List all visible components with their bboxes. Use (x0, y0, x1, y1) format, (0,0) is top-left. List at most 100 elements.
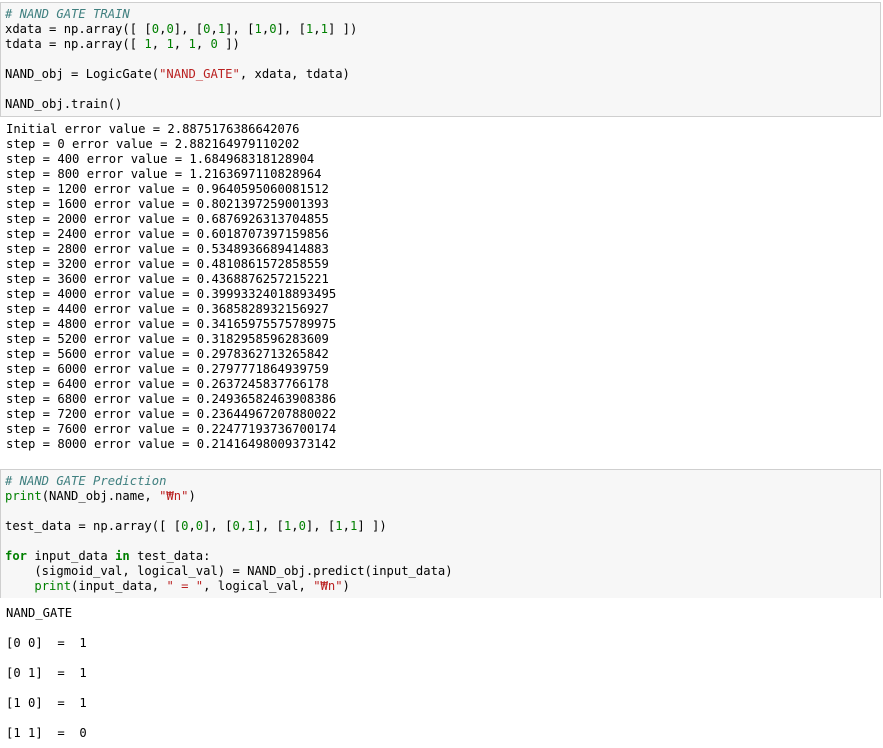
code-token: ], [ (305, 519, 336, 533)
code-token: 1 (335, 519, 343, 533)
code-token: ], [ (173, 22, 204, 36)
code-token: , xdata, tdata) (239, 67, 350, 81)
log-line: step = 1200 error value = 0.964059506008… (6, 182, 329, 196)
code-token: 1 (188, 37, 196, 51)
code-token: print (5, 489, 42, 503)
code-line: # NAND GATE TRAIN (5, 7, 876, 22)
code-token: xdata = np.array([ [ (5, 22, 152, 36)
code-token: , (195, 37, 211, 51)
log-line: step = 800 error value = 1.2163697110828… (6, 167, 322, 181)
code-token: ] ]) (357, 519, 387, 533)
code-editor-train[interactable]: # NAND GATE TRAIN xdata = np.array([ [0,0… (5, 7, 876, 112)
log-line: step = 4400 error value = 0.368582893215… (6, 302, 329, 316)
code-cell-prediction[interactable]: # NAND GATE Prediction print(NAND_obj.nam… (0, 469, 881, 601)
log-line: step = 3200 error value = 0.481086157285… (6, 257, 329, 271)
code-token: input_data (27, 549, 116, 563)
code-token: # NAND GATE Prediction (5, 474, 167, 488)
output-cell-prediction: NAND_GATE [0 0] = 1 [0 1] = 1 [1 0] = 1 [1 1… (0, 598, 881, 748)
code-token: 1 (247, 519, 255, 533)
code-token: 1 (144, 37, 152, 51)
log-line: step = 7200 error value = 0.236449672078… (6, 407, 337, 421)
code-token: for (5, 549, 28, 563)
code-token: ], [ (254, 519, 284, 533)
code-token: ) (188, 489, 196, 503)
code-token: " = " (166, 579, 204, 593)
log-line: step = 4800 error value = 0.341659755757… (6, 317, 337, 331)
code-token: ], [ (203, 519, 233, 533)
prediction-results: NAND_GATE [0 0] = 1 [0 1] = 1 [1 0] = 1 [1 1… (6, 598, 875, 748)
code-token: (input_data, (71, 579, 167, 593)
prediction-line: [0 0] = 1 (6, 636, 87, 650)
log-line: step = 1600 error value = 0.802139725900… (6, 197, 329, 211)
log-line: step = 5200 error value = 0.318295859628… (6, 332, 329, 346)
log-line: step = 6400 error value = 0.263724583776… (6, 377, 329, 391)
log-line: step = 5600 error value = 0.297836271326… (6, 347, 329, 361)
log-line: Initial error value = 2.8875176386642076 (6, 122, 300, 136)
log-line: step = 2000 error value = 0.687692631370… (6, 212, 329, 226)
code-line: tdata = np.array([ 1, 1, 1, 0 ]) (5, 37, 876, 52)
log-line: step = 4000 error value = 0.399933240188… (6, 287, 337, 301)
code-token: print (34, 579, 72, 593)
code-token: 0 (166, 22, 174, 36)
code-token: 0 (269, 22, 277, 36)
code-token: , (313, 22, 321, 36)
code-line: print(NAND_obj.name, "₩n") (5, 489, 876, 504)
log-line: step = 400 error value = 1.6849683181289… (6, 152, 315, 166)
output-cell-train: Initial error value = 2.8875176386642076… (0, 117, 881, 452)
code-token: 0 (210, 37, 218, 51)
code-line: NAND_obj.train() (5, 97, 876, 112)
code-token: , (173, 37, 189, 51)
code-token: , (291, 519, 299, 533)
code-token: , (342, 519, 350, 533)
code-token: 0 (232, 519, 240, 533)
code-line: (sigmoid_val, logical_val) = NAND_obj.pr… (5, 564, 876, 579)
code-token: , (188, 519, 196, 533)
code-token: 0 (151, 22, 160, 36)
prediction-line: [1 1] = 0 (6, 726, 87, 740)
code-line: NAND_obj = LogicGate("NAND_GATE", xdata,… (5, 67, 876, 82)
code-line: print(input_data, " = ", logical_val, "₩… (5, 579, 876, 594)
code-token: ] ]) (327, 22, 358, 36)
prediction-line: [0 1] = 1 (6, 666, 87, 680)
code-editor-prediction[interactable]: # NAND GATE Prediction print(NAND_obj.nam… (5, 474, 876, 594)
code-cell-train[interactable]: # NAND GATE TRAIN xdata = np.array([ [0,0… (0, 2, 881, 117)
training-log: Initial error value = 2.8875176386642076… (6, 122, 875, 452)
code-token: tdata = np.array([ (5, 37, 145, 51)
log-line: step = 8000 error value = 0.214164980093… (6, 437, 337, 451)
code-token: ) (342, 579, 350, 593)
code-token: (sigmoid_val, logical_val) = NAND_obj.pr… (5, 564, 453, 578)
code-token: ], [ (276, 22, 306, 36)
prediction-line: [1 0] = 1 (6, 696, 87, 710)
code-line: for input_data in test_data: (5, 549, 876, 564)
code-token: test_data: (129, 549, 211, 563)
log-line: step = 6000 error value = 0.279777186493… (6, 362, 329, 376)
code-token: "₩n" (159, 489, 189, 503)
code-token: 1 (166, 37, 174, 51)
code-token: (NAND_obj.name, (41, 489, 160, 503)
log-line: step = 6800 error value = 0.249365824639… (6, 392, 337, 406)
code-line: xdata = np.array([ [0,0], [0,1], [1,0], … (5, 22, 876, 37)
code-token: ], [ (225, 22, 255, 36)
code-token: test_data = np.array([ [ (5, 519, 182, 533)
code-token: "NAND_GATE" (159, 67, 240, 81)
code-token: in (115, 549, 130, 563)
code-token: "₩n" (313, 579, 343, 593)
log-line: step = 2800 error value = 0.534893668941… (6, 242, 329, 256)
code-token: 1 (254, 22, 262, 36)
code-line: # NAND GATE Prediction (5, 474, 876, 489)
code-token: 0 (298, 519, 306, 533)
code-token: # NAND GATE TRAIN (5, 7, 130, 21)
code-token: NAND_obj = LogicGate( (5, 67, 160, 81)
code-token: NAND_obj.train() (5, 97, 123, 111)
log-line: step = 2400 error value = 0.601870739715… (6, 227, 329, 241)
log-line: step = 3600 error value = 0.436887625721… (6, 272, 329, 286)
code-token: 1 (320, 22, 328, 36)
code-line: test_data = np.array([ [0,0], [0,1], [1,… (5, 519, 876, 534)
code-token: , (151, 37, 167, 51)
code-token: ]) (217, 37, 240, 51)
